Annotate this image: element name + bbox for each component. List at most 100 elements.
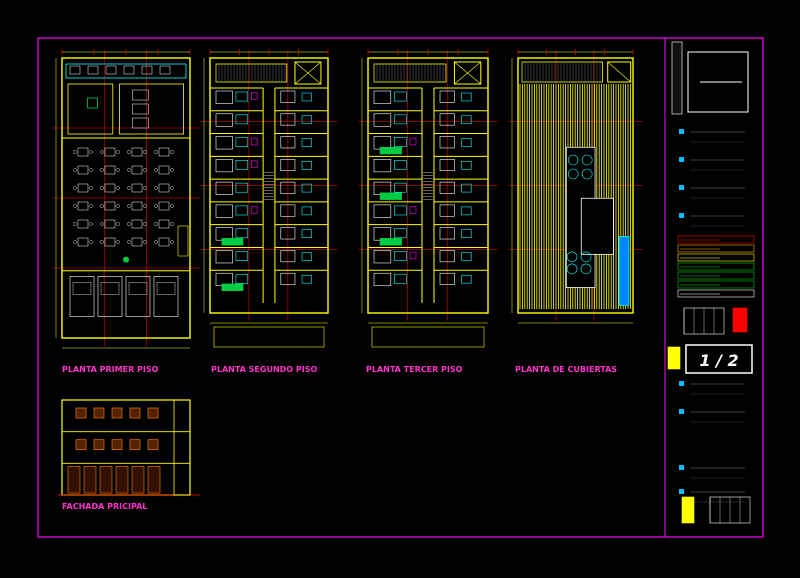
- legend-row: [677, 244, 755, 253]
- tree: [123, 256, 129, 263]
- fixture: [235, 114, 249, 125]
- kitchen-fixture: [87, 65, 99, 75]
- fixture: [394, 137, 407, 147]
- chair: [116, 204, 120, 208]
- table: [104, 147, 116, 157]
- fixture: [461, 274, 472, 284]
- chair: [89, 240, 93, 244]
- shop-window: [131, 466, 145, 494]
- kitchen-fixture: [69, 65, 81, 75]
- legend-row: [677, 253, 755, 262]
- cad-sheet: PLANTA PRIMER PISO PLANTA SEGUNDO PISO P…: [0, 0, 800, 574]
- label-second-floor: PLANTA SEGUNDO PISO: [211, 365, 317, 374]
- chair: [89, 186, 93, 190]
- table: [158, 147, 170, 157]
- chair: [170, 240, 174, 244]
- kitchen-fixture: [105, 65, 117, 75]
- chair: [100, 222, 104, 226]
- yellow-tag: [667, 346, 681, 370]
- chair: [89, 150, 93, 154]
- chair: [154, 150, 158, 154]
- chair: [154, 240, 158, 244]
- title-block-bullet: [679, 157, 684, 162]
- title-block-bullet: [679, 465, 684, 470]
- plan-first-floor: [52, 49, 200, 349]
- car-window: [100, 282, 120, 295]
- bed: [215, 204, 233, 218]
- fixture: [394, 182, 407, 193]
- sheet-frame: [37, 37, 764, 538]
- fixture: [301, 229, 312, 238]
- service-room: [67, 83, 114, 135]
- window: [147, 407, 159, 419]
- chair: [143, 204, 147, 208]
- fixture: [235, 273, 249, 284]
- shop-window: [147, 466, 161, 494]
- fixture: [235, 228, 249, 239]
- chair: [127, 150, 131, 154]
- label-third-floor: PLANTA TERCER PISO: [366, 365, 463, 374]
- fixture: [301, 161, 312, 170]
- table: [77, 165, 89, 175]
- door-swing: [251, 137, 258, 146]
- chair: [127, 204, 131, 208]
- table: [132, 103, 149, 115]
- planter: [379, 146, 402, 155]
- window: [111, 407, 123, 419]
- chair: [127, 240, 131, 244]
- window: [75, 439, 87, 450]
- base-outline: [371, 326, 485, 348]
- bed: [215, 90, 233, 104]
- base-outline: [213, 326, 325, 348]
- bed: [373, 250, 392, 264]
- bed: [215, 113, 233, 127]
- fixture: [394, 228, 407, 239]
- fixture: [394, 91, 407, 102]
- shop-window: [115, 466, 129, 494]
- title-block-bullet: [679, 489, 684, 494]
- table: [158, 165, 170, 175]
- bed: [373, 113, 392, 127]
- bed: [215, 159, 233, 173]
- chair: [116, 168, 120, 172]
- table: [131, 201, 143, 211]
- chair: [116, 150, 120, 154]
- table: [158, 237, 170, 247]
- fixture: [301, 252, 312, 261]
- bed: [373, 159, 392, 173]
- fixture: [301, 274, 312, 284]
- door-swing: [409, 137, 417, 146]
- title-block-bullet: [679, 185, 684, 190]
- chair: [143, 240, 147, 244]
- chair: [89, 168, 93, 172]
- fixture: [235, 251, 249, 261]
- chair: [73, 186, 77, 190]
- chair: [154, 204, 158, 208]
- title-block-bullet: [679, 213, 684, 218]
- table: [77, 147, 89, 157]
- chair: [154, 186, 158, 190]
- fixture: [461, 229, 472, 238]
- fixture: [394, 114, 407, 125]
- table: [131, 237, 143, 247]
- title-block-bullet: [679, 129, 684, 134]
- car-window: [72, 282, 92, 295]
- kitchen-fixture: [141, 65, 153, 75]
- chair: [73, 168, 77, 172]
- chair: [89, 204, 93, 208]
- label-first-floor: PLANTA PRIMER PISO: [62, 365, 159, 374]
- dining-room: [119, 83, 184, 135]
- window: [129, 407, 141, 419]
- table: [104, 219, 116, 229]
- fixture: [235, 137, 249, 147]
- chair: [170, 168, 174, 172]
- chair: [154, 168, 158, 172]
- chair: [116, 240, 120, 244]
- table: [77, 201, 89, 211]
- bed: [215, 136, 233, 150]
- fixture: [301, 92, 312, 102]
- plan-second-floor: [200, 49, 338, 348]
- void-cross: [607, 61, 631, 83]
- chair: [73, 222, 77, 226]
- window: [129, 439, 141, 450]
